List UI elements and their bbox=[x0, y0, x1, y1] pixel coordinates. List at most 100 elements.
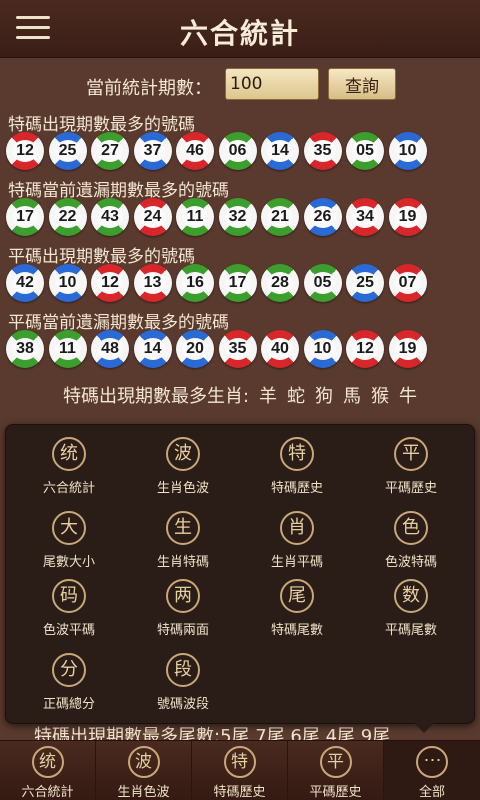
ball-number: 19 bbox=[394, 206, 421, 228]
popup-item-label: 生肖特碼 bbox=[156, 555, 209, 570]
ball-number: 27 bbox=[97, 140, 123, 162]
popup-item-label: 正碼總分 bbox=[42, 697, 95, 712]
lottery-ball: 35 bbox=[218, 330, 257, 368]
period-count-label: 當前統計期數： bbox=[86, 78, 212, 99]
ball-number: 24 bbox=[139, 206, 166, 228]
popup-item-label: 生肖平碼 bbox=[270, 555, 323, 570]
ball-number: 07 bbox=[394, 272, 421, 294]
ball-number: 35 bbox=[309, 140, 336, 162]
zodiac-item: 牛 bbox=[399, 386, 418, 407]
zodiac-item: 狗 bbox=[315, 386, 334, 407]
ball-row: 12 25 27 37 46 06 14 35 05 10 bbox=[6, 132, 476, 172]
popup-item-normal-history[interactable]: 平平碼歷史 bbox=[356, 437, 466, 503]
lottery-ball: 19 bbox=[388, 198, 427, 236]
ball-number: 11 bbox=[54, 338, 81, 360]
popup-item-color-special[interactable]: 色色波特碼 bbox=[356, 511, 466, 577]
popup-item-label: 號碼波段 bbox=[156, 697, 209, 712]
zodiac-item: 猴 bbox=[371, 386, 390, 407]
ball-number: 13 bbox=[139, 272, 166, 294]
popup-item-number-range[interactable]: 段號碼波段 bbox=[128, 653, 238, 719]
ball-number: 46 bbox=[182, 140, 208, 162]
page-title: 六合統計 bbox=[179, 17, 300, 50]
ball-number: 17 bbox=[224, 272, 251, 294]
te-icon: 特 bbox=[223, 746, 256, 778]
query-button[interactable]: 查詢 bbox=[328, 68, 396, 100]
ball-number: 14 bbox=[267, 140, 293, 162]
tab-normal-history[interactable]: 平平碼歷史 bbox=[288, 741, 384, 800]
tab-label: 平碼歷史 bbox=[309, 785, 362, 800]
ball-number: 32 bbox=[224, 206, 251, 228]
lottery-ball: 24 bbox=[133, 198, 172, 236]
lottery-ball: 46 bbox=[176, 132, 214, 170]
ball-row: 17 22 43 24 11 32 21 26 34 19 bbox=[6, 198, 476, 238]
popup-item-normal-tail[interactable]: 数平碼尾數 bbox=[356, 579, 466, 645]
lottery-ball: 26 bbox=[303, 198, 342, 236]
popup-item-total-score[interactable]: 分正碼總分 bbox=[14, 653, 124, 719]
ball-number: 35 bbox=[224, 338, 251, 360]
popup-item-zodiac-normal[interactable]: 肖生肖平碼 bbox=[242, 511, 352, 577]
popup-item-label: 色波特碼 bbox=[384, 555, 437, 570]
lottery-ball: 10 bbox=[388, 132, 427, 170]
lottery-ball: 20 bbox=[176, 330, 214, 368]
ball-number: 12 bbox=[352, 338, 378, 360]
liang-icon: 两 bbox=[166, 579, 200, 613]
lottery-ball: 43 bbox=[91, 198, 129, 236]
popup-item-label: 色波平碼 bbox=[42, 623, 95, 638]
tab-all[interactable]: ⋯ 全部 bbox=[384, 741, 480, 800]
popup-item-label: 六合統計 bbox=[42, 481, 95, 496]
all-features-popup: 统六合統計 波生肖色波 特特碼歷史 平平碼歷史 大尾數大小 生生肖特碼 肖生肖平… bbox=[5, 424, 475, 733]
popup-item-special-history[interactable]: 特特碼歷史 bbox=[242, 437, 352, 503]
lottery-ball: 07 bbox=[388, 264, 427, 302]
popup-item-special-tail[interactable]: 尾特碼尾數 bbox=[242, 579, 352, 645]
lottery-ball: 35 bbox=[303, 132, 342, 170]
ball-number: 17 bbox=[12, 206, 38, 228]
ball-number: 05 bbox=[309, 272, 336, 294]
ball-number: 16 bbox=[182, 272, 208, 294]
bottom-tab-bar: 统六合統計 波生肖色波 特特碼歷史 平平碼歷史 ⋯ 全部 bbox=[0, 740, 480, 800]
ball-number: 28 bbox=[267, 272, 293, 294]
lottery-ball: 17 bbox=[218, 264, 257, 302]
ball-number: 19 bbox=[394, 338, 421, 360]
lottery-ball: 12 bbox=[6, 132, 44, 170]
lottery-ball: 14 bbox=[133, 330, 172, 368]
tab-lottery-stats[interactable]: 统六合統計 bbox=[0, 741, 96, 800]
period-count-input[interactable] bbox=[225, 68, 319, 100]
bo-icon: 波 bbox=[127, 746, 160, 778]
ball-number: 42 bbox=[12, 272, 38, 294]
tab-zodiac-color[interactable]: 波生肖色波 bbox=[96, 741, 192, 800]
lottery-ball: 38 bbox=[6, 330, 44, 368]
ball-number: 25 bbox=[54, 140, 81, 162]
lottery-ball: 48 bbox=[91, 330, 129, 368]
popup-item-zodiac-color[interactable]: 波生肖色波 bbox=[128, 437, 238, 503]
lottery-ball: 12 bbox=[91, 264, 129, 302]
more-dots-icon: ⋯ bbox=[416, 746, 448, 778]
popup-item-zodiac-special[interactable]: 生生肖特碼 bbox=[128, 511, 238, 577]
popup-item-special-two-sides[interactable]: 两特碼兩面 bbox=[128, 579, 238, 645]
lottery-ball: 25 bbox=[346, 264, 384, 302]
ping-icon: 平 bbox=[394, 437, 428, 471]
lottery-ball: 06 bbox=[218, 132, 257, 170]
wei-icon: 尾 bbox=[280, 579, 314, 613]
lottery-ball: 42 bbox=[6, 264, 44, 302]
zodiac-summary: 特碼出現期數最多生肖: 羊蛇狗馬猴牛 bbox=[0, 382, 480, 408]
ball-number: 06 bbox=[224, 140, 251, 162]
popup-item-color-normal[interactable]: 码色波平碼 bbox=[14, 579, 124, 645]
tab-label: 六合統計 bbox=[21, 785, 74, 800]
ball-number: 12 bbox=[97, 272, 123, 294]
lottery-ball: 40 bbox=[261, 330, 299, 368]
app-header: 六合統計 bbox=[0, 0, 480, 58]
lottery-ball: 14 bbox=[261, 132, 299, 170]
ball-number: 40 bbox=[267, 338, 293, 360]
ball-number: 14 bbox=[139, 338, 166, 360]
ball-number: 12 bbox=[12, 140, 38, 162]
ping-icon: 平 bbox=[319, 746, 352, 778]
tab-special-history[interactable]: 特特碼歷史 bbox=[192, 741, 288, 800]
lottery-ball: 16 bbox=[176, 264, 214, 302]
ball-number: 48 bbox=[97, 338, 123, 360]
lottery-ball: 11 bbox=[176, 198, 214, 236]
xiao-icon: 肖 bbox=[280, 511, 314, 545]
ball-number: 22 bbox=[54, 206, 81, 228]
popup-item-tail-size[interactable]: 大尾數大小 bbox=[14, 511, 124, 577]
tong-icon: 统 bbox=[31, 746, 64, 778]
popup-item-lottery-stats[interactable]: 统六合統計 bbox=[14, 437, 124, 503]
